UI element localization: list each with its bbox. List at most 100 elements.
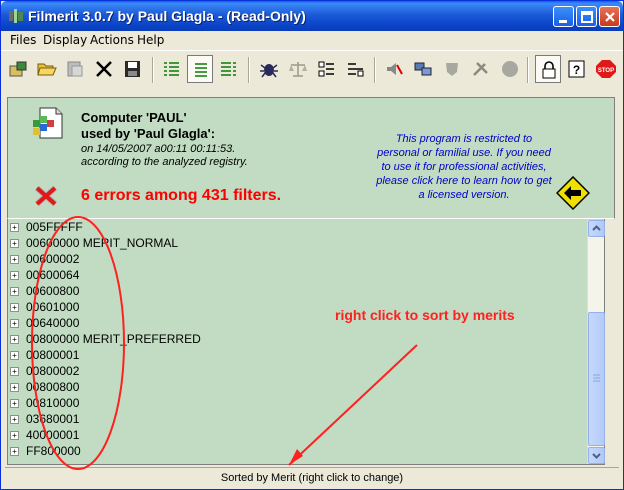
list-view-button[interactable] — [159, 55, 185, 83]
expand-icon[interactable]: + — [10, 239, 19, 248]
expand-icon[interactable]: + — [10, 271, 19, 280]
minimize-button[interactable] — [553, 6, 574, 27]
disable-filter-button[interactable] — [381, 55, 407, 83]
lock-button[interactable] — [535, 55, 561, 83]
computers-icon — [414, 62, 432, 76]
svg-text:STOP: STOP — [598, 68, 614, 74]
expand-icon[interactable]: + — [10, 367, 19, 376]
details-button[interactable] — [343, 55, 369, 83]
speaker-mute-icon — [387, 63, 403, 75]
toolbar: ? STOP — [1, 50, 623, 88]
category-view-button[interactable] — [216, 55, 242, 83]
list-lines-icon — [164, 62, 179, 76]
shield-icon — [446, 63, 458, 76]
analysis-date: on 14/05/2007 a00:11 00:11:53. — [81, 143, 236, 155]
info-panel: Computer 'PAUL' used by 'Paul Glagla': o… — [7, 97, 615, 219]
expand-icon[interactable]: + — [10, 223, 19, 232]
expand-icon[interactable]: + — [10, 431, 19, 440]
menu-display[interactable]: Display — [43, 33, 87, 47]
expand-icon[interactable]: + — [10, 335, 19, 344]
toolbar-separator — [374, 57, 376, 83]
merit-view-button[interactable] — [187, 55, 213, 83]
minimize-icon — [559, 20, 567, 23]
maximize-button[interactable] — [576, 6, 597, 27]
svg-text:?: ? — [573, 63, 580, 77]
details-list-icon — [348, 63, 364, 77]
floppy-disk-icon — [125, 61, 140, 77]
properties-button[interactable] — [314, 55, 340, 83]
debug-button[interactable] — [256, 55, 282, 83]
scroll-down-button[interactable] — [588, 447, 605, 464]
license-line: This program is restricted to — [395, 133, 533, 145]
expand-icon[interactable]: + — [10, 383, 19, 392]
properties-list-icon — [318, 61, 334, 77]
bug-icon — [260, 64, 278, 78]
back-arrow-button[interactable] — [556, 176, 590, 210]
window-title: Filmerit 3.0.7 by Paul Glagla - (Read-On… — [28, 8, 306, 24]
balance-scale-icon — [289, 62, 307, 77]
expand-icon[interactable]: + — [10, 399, 19, 408]
paste-button[interactable] — [62, 55, 88, 83]
clipboard-icon — [67, 61, 83, 77]
expand-icon[interactable]: + — [10, 351, 19, 360]
error-summary: 6 errors among 431 filters. — [81, 187, 282, 204]
film-app-icon — [9, 9, 23, 23]
network-button[interactable] — [410, 55, 436, 83]
annotation-text: right click to sort by merits — [335, 307, 515, 323]
circle-disc-icon — [502, 61, 518, 77]
delete-button[interactable] — [91, 55, 117, 83]
computer-name: Computer 'PAUL' — [81, 110, 187, 125]
record-button[interactable] — [497, 55, 523, 83]
used-by-text: used by 'Paul Glagla': — [81, 126, 216, 141]
analyze-icon — [9, 61, 27, 77]
open-button[interactable] — [34, 55, 60, 83]
app-window: Filmerit 3.0.7 by Paul Glagla - (Read-On… — [0, 0, 624, 490]
analyze-button[interactable] — [5, 55, 31, 83]
menu-bar: Files Display Actions Help — [1, 31, 623, 49]
menu-actions[interactable]: Actions — [90, 33, 134, 47]
filter-merit-tree[interactable]: +005FFFFF +00600000 MERIT_NORMAL +006000… — [7, 219, 605, 465]
grip-icon — [593, 374, 600, 382]
close-button[interactable] — [599, 6, 620, 27]
maximize-icon — [581, 11, 593, 23]
expand-icon[interactable]: + — [10, 447, 19, 456]
expand-icon[interactable]: + — [10, 255, 19, 264]
license-line: personal or familial use. If you need — [377, 147, 551, 159]
menu-help[interactable]: Help — [137, 33, 164, 47]
help-button[interactable]: ? — [564, 55, 590, 83]
save-button[interactable] — [120, 55, 146, 83]
license-line: please click here to learn how to get — [376, 175, 552, 187]
chevron-down-icon — [592, 453, 601, 459]
stop-sign-icon: STOP — [596, 60, 616, 78]
expand-icon[interactable]: + — [10, 319, 19, 328]
tools-button[interactable] — [468, 55, 494, 83]
license-notice[interactable]: This program is restricted to personal o… — [364, 132, 564, 202]
license-line: a licensed version. — [418, 189, 510, 201]
folder-open-icon — [37, 63, 57, 76]
title-bar[interactable]: Filmerit 3.0.7 by Paul Glagla - (Read-On… — [1, 1, 623, 31]
delete-x-icon — [96, 61, 112, 77]
list-lines-icon — [195, 63, 207, 77]
help-question-icon: ? — [568, 60, 585, 78]
menu-files[interactable]: Files — [10, 33, 36, 47]
license-line: to use it for professional activities, — [381, 161, 547, 173]
status-bar[interactable]: Sorted by Merit (right click to change) — [5, 467, 619, 487]
stop-button[interactable]: STOP — [593, 55, 619, 83]
toolbar-separator — [527, 57, 529, 83]
toolbar-separator — [152, 57, 154, 83]
registry-note: according to the analyzed registry. — [81, 156, 248, 168]
close-icon — [605, 12, 615, 22]
scroll-up-button[interactable] — [588, 220, 605, 237]
lock-icon — [542, 61, 556, 79]
expand-icon[interactable]: + — [10, 287, 19, 296]
scroll-thumb[interactable] — [588, 312, 605, 446]
toolbar-separator — [248, 57, 250, 83]
sort-status: Sorted by Merit (right click to change) — [220, 472, 404, 484]
error-x-icon — [35, 185, 57, 207]
vertical-scrollbar[interactable] — [587, 220, 605, 464]
list-lines-icon — [221, 62, 236, 76]
filter-shape-button[interactable] — [439, 55, 465, 83]
expand-icon[interactable]: + — [10, 415, 19, 424]
expand-icon[interactable]: + — [10, 303, 19, 312]
compare-button[interactable] — [285, 55, 311, 83]
